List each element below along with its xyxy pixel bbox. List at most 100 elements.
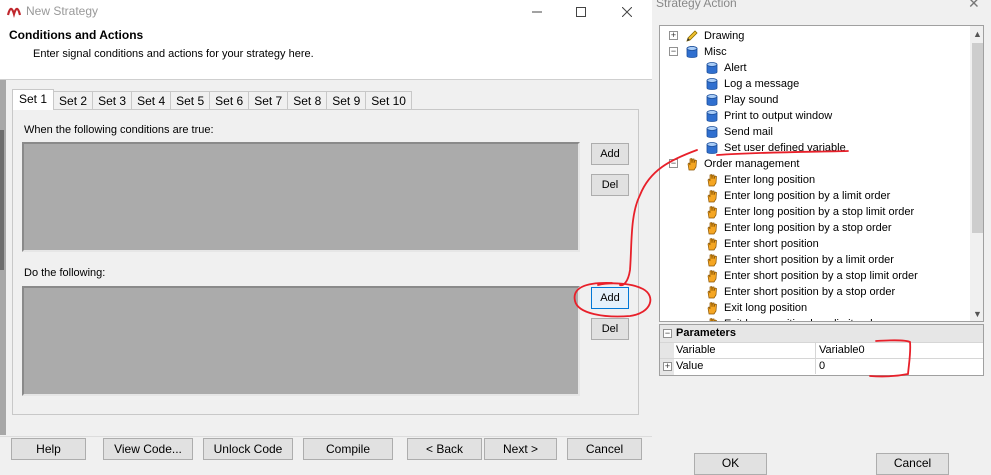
maximize-icon [576, 7, 586, 17]
expand-value-icon[interactable]: + [663, 362, 672, 371]
tree-item-label: Alert [724, 62, 747, 74]
tree-item-misc[interactable]: Alert [705, 60, 747, 76]
unlock-code-button[interactable]: Unlock Code [203, 438, 293, 460]
database-icon [706, 78, 718, 90]
actions-label: Do the following: [24, 267, 106, 279]
back-button[interactable]: < Back [407, 438, 482, 460]
next-button[interactable]: Next > [484, 438, 557, 460]
scroll-down-icon[interactable]: ▼ [970, 306, 983, 321]
tree-item-order[interactable]: Enter long position by a stop limit orde… [705, 204, 914, 220]
new-strategy-window: New Strategy Conditions and Actions Ente… [0, 0, 652, 465]
tree-item-label: Enter long position by a stop limit orde… [724, 206, 915, 218]
view-code-button[interactable]: View Code... [103, 438, 193, 460]
database-icon [706, 126, 718, 138]
tree-item-order[interactable]: Enter short position [705, 236, 819, 252]
help-button[interactable]: Help [11, 438, 86, 460]
tree-node-label: Misc [704, 46, 727, 58]
tree-node-misc[interactable]: Misc [685, 44, 727, 60]
compile-button[interactable]: Compile [303, 438, 393, 460]
tree-item-label: Enter long position [724, 174, 816, 186]
action-cancel-button[interactable]: Cancel [876, 453, 949, 475]
tree-node-order-management[interactable]: Order management [685, 156, 799, 172]
close-button[interactable] [604, 0, 650, 24]
tree-item-misc[interactable]: Set user defined variable [705, 140, 846, 156]
database-icon [706, 142, 718, 154]
tree-item-misc[interactable]: Print to output window [705, 108, 832, 124]
hand-icon [707, 206, 717, 219]
tree-item-order[interactable]: Enter short position by a stop limit ord… [705, 268, 918, 284]
parameters-grid: Parameters − Variable Variable0 + Value … [659, 324, 984, 376]
add-action-button[interactable]: Add [591, 287, 629, 309]
tree-item-order[interactable]: Exit long position by a limit order [705, 316, 882, 321]
app-logo-icon [7, 7, 21, 19]
param-value-value[interactable]: 0 [815, 359, 983, 374]
collapse-misc-icon[interactable]: − [669, 47, 678, 56]
tree-item-label: Exit long position by a limit order [724, 318, 882, 321]
scroll-up-icon[interactable]: ▲ [970, 26, 983, 41]
param-row-value[interactable]: + Value 0 [660, 358, 983, 375]
tree-item-order[interactable]: Enter short position by a stop order [705, 284, 895, 300]
background-window-edge-dark [0, 130, 4, 270]
collapse-parameters-icon[interactable]: − [663, 329, 672, 338]
maximize-button[interactable] [558, 0, 604, 24]
strategy-action-close-icon[interactable]: ✕ [968, 0, 980, 12]
collapse-order-management-icon[interactable]: − [669, 159, 678, 168]
tree-scrollbar[interactable]: ▲ ▼ [970, 26, 983, 321]
tree-item-label: Exit long position [724, 302, 808, 314]
tree-item-label: Enter long position by a stop order [724, 222, 892, 234]
delete-condition-button[interactable]: Del [591, 174, 629, 196]
tab-set-6[interactable]: Set 6 [209, 91, 250, 109]
tree-item-label: Set user defined variable [724, 142, 846, 154]
minimize-button[interactable] [514, 0, 560, 24]
tree-item-order[interactable]: Exit long position [705, 300, 807, 316]
tab-set-3[interactable]: Set 3 [92, 91, 133, 109]
tab-set-8[interactable]: Set 8 [287, 91, 328, 109]
cancel-button[interactable]: Cancel [567, 438, 642, 460]
tree-item-label: Print to output window [724, 110, 833, 122]
tree-item-order[interactable]: Enter short position by a limit order [705, 252, 894, 268]
hand-icon [707, 174, 717, 187]
scrollbar-thumb[interactable] [972, 43, 983, 233]
tree-item-label: Enter long position by a limit order [724, 190, 891, 202]
tree-item-misc[interactable]: Play sound [705, 92, 778, 108]
tree-node-drawing[interactable]: Drawing [685, 28, 744, 44]
tree-item-misc[interactable]: Send mail [705, 124, 773, 140]
tab-set-2[interactable]: Set 2 [53, 91, 94, 109]
tab-set-4[interactable]: Set 4 [131, 91, 172, 109]
tree-item-order[interactable]: Enter long position by a stop order [705, 220, 892, 236]
tab-set-7[interactable]: Set 7 [248, 91, 289, 109]
row-gutter [660, 343, 674, 359]
action-tree[interactable]: + Drawing − Misc Alert Log a message Play … [659, 25, 984, 322]
delete-action-button[interactable]: Del [591, 318, 629, 340]
param-name: Value [676, 360, 704, 372]
ok-button[interactable]: OK [694, 453, 767, 475]
hand-icon [709, 318, 717, 321]
hand-icon [707, 286, 717, 299]
conditions-list[interactable] [22, 142, 580, 252]
hand-icon [687, 158, 697, 171]
actions-list[interactable] [22, 286, 580, 396]
tree-item-misc[interactable]: Log a message [705, 76, 799, 92]
strategy-action-title: Strategy Action [656, 0, 737, 10]
page-title: Conditions and Actions [9, 28, 144, 42]
param-variable-value[interactable]: Variable0 [815, 343, 983, 358]
window-title: New Strategy [26, 4, 99, 18]
hand-icon [707, 190, 717, 203]
add-condition-button[interactable]: Add [591, 143, 629, 165]
tree-item-label: Enter short position by a stop limit ord… [724, 270, 918, 282]
hand-icon [707, 254, 717, 267]
set-tabs: Set 1 Set 2 Set 3 Set 4 Set 5 Set 6 Set … [12, 89, 412, 110]
tree-item-order[interactable]: Enter long position [705, 172, 815, 188]
param-row-variable[interactable]: Variable Variable0 [660, 342, 983, 359]
database-icon [706, 110, 718, 122]
tree-item-label: Enter short position by a limit order [724, 254, 894, 266]
param-name: Variable [676, 344, 716, 356]
expand-drawing-icon[interactable]: + [669, 31, 678, 40]
tab-set-5[interactable]: Set 5 [170, 91, 211, 109]
tree-item-order[interactable]: Enter long position by a limit order [705, 188, 890, 204]
tab-set-10[interactable]: Set 10 [365, 91, 412, 109]
conditions-label: When the following conditions are true: [24, 124, 214, 136]
tab-set-9[interactable]: Set 9 [326, 91, 367, 109]
tab-set-1[interactable]: Set 1 [12, 89, 55, 110]
tree-item-label: Enter short position by a stop order [724, 286, 896, 298]
